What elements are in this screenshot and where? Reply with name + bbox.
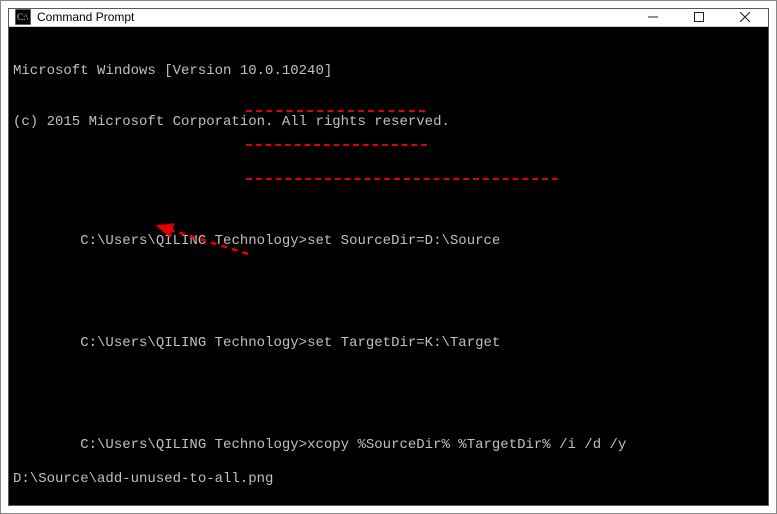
prompt: C:\Users\QILING Technology> (80, 335, 307, 351)
screenshot-frame: C:\ Command Prompt (0, 0, 777, 514)
terminal-body[interactable]: Microsoft Windows [Version 10.0.10240] (… (9, 27, 768, 505)
command-set-target: set TargetDir=K:\Target (307, 335, 500, 351)
svg-text:C:\: C:\ (17, 12, 29, 22)
maximize-button[interactable] (676, 9, 722, 26)
output-file-1: D:\Source\add-unused-to-all.png (13, 471, 273, 487)
minimize-button[interactable] (630, 9, 676, 26)
annotation-underline-1 (246, 110, 425, 112)
terminal-copyright-line: (c) 2015 Microsoft Corporation. All righ… (13, 114, 450, 130)
window-title: Command Prompt (37, 10, 134, 24)
prompt: C:\Users\QILING Technology> (80, 437, 307, 453)
command-xcopy: xcopy %SourceDir% %TargetDir% /i /d /y (307, 437, 626, 453)
annotation-underline-3 (246, 178, 558, 180)
command-prompt-window: C:\ Command Prompt (8, 8, 769, 506)
terminal-header-line: Microsoft Windows [Version 10.0.10240] (13, 63, 332, 79)
close-button[interactable] (722, 9, 768, 26)
titlebar[interactable]: C:\ Command Prompt (9, 9, 768, 27)
cmd-app-icon: C:\ (15, 9, 31, 25)
command-set-source: set SourceDir=D:\Source (307, 233, 500, 249)
annotation-arrow-icon (148, 222, 258, 262)
annotation-underline-2 (246, 144, 427, 146)
window-controls (630, 9, 768, 26)
